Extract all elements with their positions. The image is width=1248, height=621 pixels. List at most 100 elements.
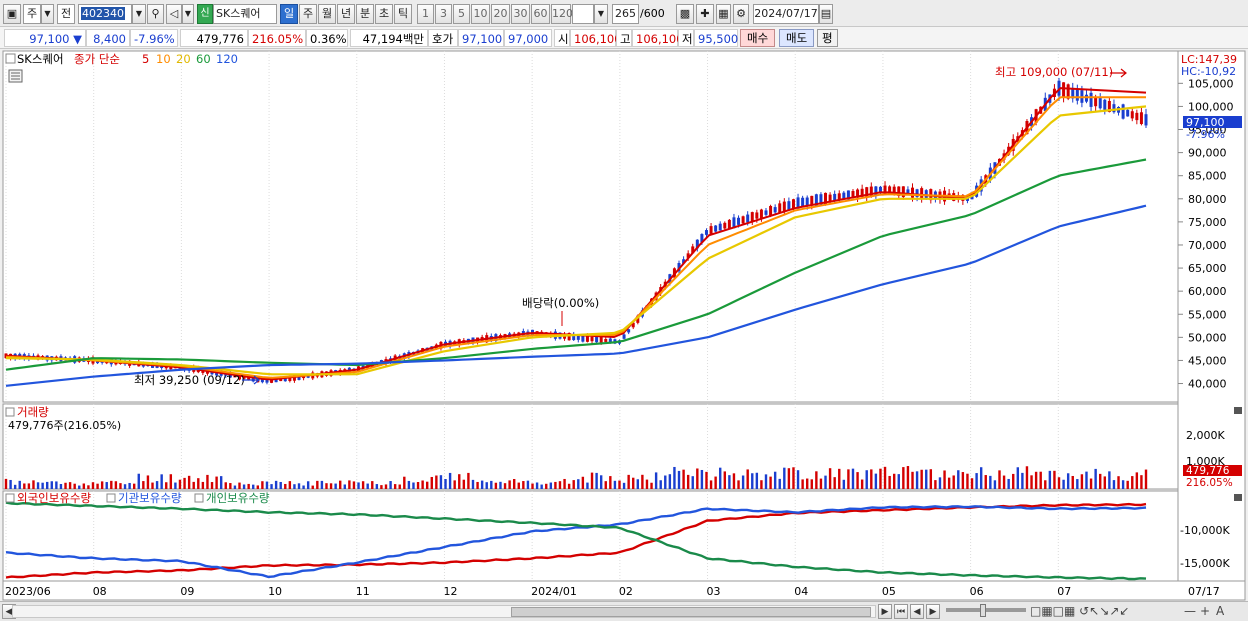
volume-bar	[957, 470, 960, 489]
volume-bar	[1044, 480, 1047, 489]
scroll-right-button[interactable]: ▶	[878, 604, 892, 619]
annotation-low: 최저 39,250 (09/12)	[134, 373, 245, 387]
custom-interval-dropdown-icon[interactable]: ▼	[594, 4, 608, 24]
scroll-prev-page-icon[interactable]: ◀	[910, 604, 924, 619]
period-type-select[interactable]: 주	[23, 4, 41, 24]
volume-bar	[870, 469, 873, 489]
low-price: 95,500	[694, 29, 738, 47]
count-input[interactable]: 265	[612, 4, 639, 24]
legend-institution-toggle-icon[interactable]	[106, 493, 116, 503]
x-axis-label: 2024/01	[531, 585, 577, 598]
volume-bar	[18, 480, 21, 489]
prev-button[interactable]: 전	[57, 4, 75, 24]
volume-bar	[833, 477, 836, 489]
volume-bar	[943, 470, 946, 489]
period-tick-button[interactable]: 틱	[394, 4, 412, 24]
volume-bar	[783, 467, 786, 489]
scroll-thumb[interactable]	[511, 607, 871, 617]
volume-bar	[169, 474, 173, 489]
volume-bar	[421, 480, 424, 489]
volume-bar	[581, 476, 585, 489]
volume-bar	[105, 482, 108, 489]
volume-bar	[746, 469, 749, 489]
interval-120-button[interactable]: 120	[551, 4, 573, 24]
period-year-button[interactable]: 년	[337, 4, 355, 24]
volume-legend-toggle-icon[interactable]	[5, 407, 15, 417]
volume-bar	[636, 479, 640, 489]
volume-bar	[471, 479, 475, 489]
interval-1-button[interactable]: 1	[417, 4, 434, 24]
volume-panel[interactable]	[2, 403, 1179, 490]
volume-bar	[925, 469, 928, 489]
volume-bar	[1025, 466, 1029, 489]
volume-bar	[64, 482, 67, 489]
volume-bar	[700, 469, 704, 489]
crosshair-icon[interactable]: ✚	[696, 4, 714, 24]
interval-3-button[interactable]: 3	[435, 4, 452, 24]
gear-icon[interactable]: ⚙	[733, 4, 749, 24]
period-week-button[interactable]: 주	[299, 4, 317, 24]
stock-code-input[interactable]: 402340	[78, 4, 132, 24]
volume-bar	[938, 477, 942, 489]
stock-code-dropdown-icon[interactable]: ▼	[132, 4, 146, 24]
period-minute-button[interactable]: 분	[356, 4, 374, 24]
custom-interval-input[interactable]	[572, 4, 594, 24]
interval-20-button[interactable]: 20	[491, 4, 510, 24]
period-second-button[interactable]: 초	[375, 4, 393, 24]
interval-10-button[interactable]: 10	[471, 4, 490, 24]
zoom-slider[interactable]	[946, 608, 1026, 612]
sell-button[interactable]: 매도	[779, 29, 815, 47]
interval-30-button[interactable]: 30	[511, 4, 530, 24]
save-icon[interactable]: ▦	[716, 4, 731, 24]
average-button[interactable]: 평	[817, 29, 838, 47]
candle-body	[714, 225, 718, 232]
volume-bar	[119, 483, 122, 489]
legend-individual-toggle-icon[interactable]	[194, 493, 204, 503]
period-day-button[interactable]: 일	[280, 4, 298, 24]
volume-bar	[1135, 472, 1139, 489]
volume-bar	[1112, 480, 1116, 489]
volume-bar	[641, 474, 644, 489]
zoom-out-icon[interactable]: —	[1184, 603, 1196, 620]
volume-close-icon[interactable]	[1234, 407, 1242, 414]
date-input[interactable]: 2024/07/17	[753, 4, 819, 24]
scroll-track[interactable]	[12, 605, 876, 618]
price-y-label: 70,000	[1188, 239, 1227, 252]
price-panel[interactable]	[2, 50, 1179, 403]
text-tool-icon[interactable]: A	[1216, 603, 1224, 620]
candle-type-icon[interactable]: ▩	[676, 4, 694, 24]
volume-bar	[238, 482, 241, 489]
price-y-label: 55,000	[1188, 308, 1227, 321]
window-menu-icon[interactable]: ▣	[3, 4, 21, 24]
zoom-in-icon[interactable]: +	[1200, 603, 1210, 620]
scroll-next-page-icon[interactable]: ▶	[926, 604, 940, 619]
stock-name-field[interactable]: SK스퀘어	[213, 4, 277, 24]
volume-bar	[860, 479, 864, 489]
new-badge: 신	[197, 4, 213, 24]
holdings-close-icon[interactable]	[1234, 494, 1242, 501]
interval-5-button[interactable]: 5	[453, 4, 470, 24]
speaker-dropdown-icon[interactable]: ▼	[182, 4, 194, 24]
volume-bar	[595, 472, 598, 489]
volume-bar	[68, 482, 72, 489]
x-axis-label: 08	[93, 585, 107, 598]
volume-bar	[201, 481, 205, 489]
speaker-icon[interactable]: ◁	[166, 4, 182, 24]
zoom-slider-handle[interactable]	[980, 604, 986, 617]
period-type-dropdown-icon[interactable]: ▼	[41, 4, 54, 24]
period-month-button[interactable]: 월	[318, 4, 336, 24]
tool-icons[interactable]: □▦□▦ ↺↖↘↗↙	[1030, 603, 1129, 620]
legend-toggle-icon[interactable]	[5, 53, 16, 64]
volume-bar	[966, 473, 969, 489]
interval-60-button[interactable]: 60	[531, 4, 550, 24]
candle-body	[718, 223, 722, 231]
chart-area[interactable]: SK스퀘어 종가 단순 5 10 20 60 120 최고 109,000 (0…	[0, 50, 1248, 601]
volume-bar	[41, 482, 44, 489]
volume-bar	[439, 475, 443, 489]
scroll-first-icon[interactable]: ⏮	[894, 604, 908, 619]
volume-bar	[46, 481, 49, 489]
calendar-icon[interactable]: ▤	[819, 4, 833, 24]
buy-button[interactable]: 매수	[740, 29, 776, 47]
search-icon[interactable]: ⚲	[147, 4, 164, 24]
holdings-legend-toggle-icon[interactable]	[5, 493, 15, 503]
